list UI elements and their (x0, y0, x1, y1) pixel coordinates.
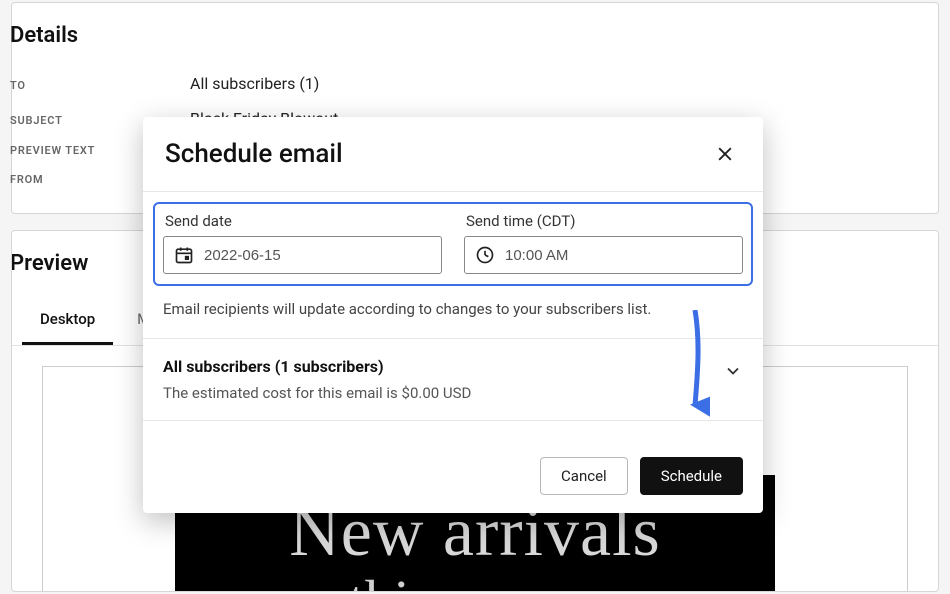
details-heading: Details (10, 23, 938, 66)
chevron-down-icon (723, 361, 743, 381)
details-row-to: TO All subscribers (1) (12, 66, 938, 101)
send-date-input-wrap[interactable] (163, 236, 442, 274)
schedule-button[interactable]: Schedule (640, 457, 743, 495)
send-time-label: Send time (CDT) (466, 212, 743, 230)
schedule-email-modal: Schedule email Send date (143, 117, 763, 513)
modal-footer: Cancel Schedule (143, 441, 763, 513)
modal-title: Schedule email (165, 139, 343, 169)
modal-header: Schedule email (143, 117, 763, 192)
send-date-label: Send date (165, 212, 442, 230)
cancel-button[interactable]: Cancel (540, 457, 628, 495)
calendar-icon (174, 245, 194, 265)
schedule-fields-highlight: Send date Send time (CDT) (153, 202, 753, 286)
tab-desktop[interactable]: Desktop (22, 298, 113, 345)
subscribers-section[interactable]: All subscribers (1 subscribers) The esti… (143, 338, 763, 421)
estimated-cost: The estimated cost for this email is $0.… (163, 384, 471, 402)
send-date-input[interactable] (204, 247, 431, 264)
to-value: All subscribers (1) (190, 74, 319, 93)
send-time-input[interactable] (505, 247, 732, 264)
modal-body: Send date Send time (CDT) (143, 192, 763, 441)
send-time-field: Send time (CDT) (464, 212, 743, 274)
recipients-note: Email recipients will update according t… (163, 300, 743, 318)
close-button[interactable] (711, 140, 739, 168)
send-date-field: Send date (163, 212, 442, 274)
clock-icon (475, 245, 495, 265)
subscribers-title: All subscribers (1 subscribers) (163, 357, 471, 376)
send-time-input-wrap[interactable] (464, 236, 743, 274)
hero-line-2: this season (349, 567, 602, 592)
close-icon (715, 144, 735, 164)
to-label: TO (10, 79, 190, 92)
